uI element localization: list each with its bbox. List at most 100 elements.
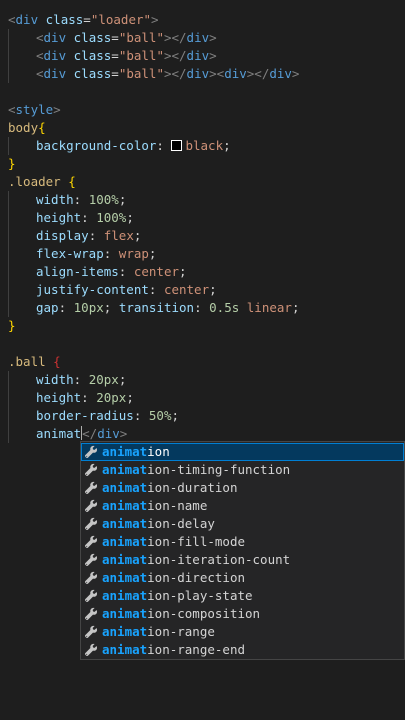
code-token: width bbox=[36, 372, 74, 387]
wrench-icon bbox=[84, 517, 98, 531]
code-token: ; bbox=[171, 408, 180, 423]
code-token: 100% bbox=[96, 210, 127, 225]
wrench-icon bbox=[84, 553, 98, 567]
code-token: div bbox=[186, 30, 210, 45]
code-token: linear bbox=[246, 300, 292, 315]
code-line[interactable]: <style> bbox=[8, 101, 61, 119]
code-token: ></ bbox=[163, 66, 187, 81]
code-token: : bbox=[118, 264, 134, 279]
suggest-match: animat bbox=[102, 480, 148, 495]
code-token: 50% bbox=[148, 408, 172, 423]
suggest-item[interactable]: animation-name bbox=[81, 497, 404, 515]
code-token: ></ bbox=[163, 30, 187, 45]
code-token: style bbox=[15, 102, 54, 117]
code-token: wrap bbox=[118, 246, 149, 261]
code-token: div bbox=[269, 66, 292, 81]
suggest-match: animat bbox=[102, 624, 148, 639]
code-token: ; bbox=[179, 264, 187, 279]
suggest-item[interactable]: animation-duration bbox=[81, 479, 404, 497]
code-token: "ball" bbox=[118, 48, 164, 63]
suggest-item[interactable]: animation-range-end bbox=[81, 641, 404, 659]
code-token: 100% bbox=[88, 192, 119, 207]
code-token: div bbox=[224, 66, 247, 81]
code-token: class bbox=[73, 66, 112, 81]
suggest-rest: ion-composition bbox=[147, 606, 261, 621]
code-token: = bbox=[111, 66, 119, 81]
code-token: ; bbox=[118, 192, 127, 207]
code-line[interactable]: border-radius: 50%; bbox=[8, 407, 179, 425]
suggest-item[interactable]: animation-composition bbox=[81, 605, 404, 623]
suggest-item[interactable]: animation-range bbox=[81, 623, 404, 641]
suggest-item[interactable]: animation bbox=[81, 443, 404, 461]
code-token: center bbox=[133, 264, 180, 279]
code-token: ; bbox=[126, 210, 134, 225]
code-line[interactable]: width: 20px; bbox=[8, 371, 126, 389]
code-line[interactable]: .loader { bbox=[8, 173, 76, 191]
suggest-item[interactable]: animation-timing-function bbox=[81, 461, 404, 479]
code-line[interactable]: <div class="loader"> bbox=[8, 11, 159, 29]
suggest-label: animation-timing-function bbox=[102, 461, 290, 479]
code-token: : bbox=[73, 192, 89, 207]
code-line[interactable]: flex-wrap: wrap; bbox=[8, 245, 156, 263]
code-token: : bbox=[148, 282, 164, 297]
suggest-label: animation-range bbox=[102, 623, 215, 641]
suggest-item[interactable]: animation-play-state bbox=[81, 587, 404, 605]
suggest-match: animat bbox=[102, 642, 148, 657]
suggest-match: animat bbox=[102, 570, 148, 585]
code-editor[interactable]: <div class="loader"> <div class="ball"></… bbox=[0, 0, 405, 720]
code-token: flex-wrap bbox=[36, 246, 104, 261]
code-token: div bbox=[97, 426, 120, 441]
wrench-icon bbox=[84, 589, 98, 603]
suggest-rest: ion-duration bbox=[147, 480, 238, 495]
code-token: > bbox=[209, 48, 217, 63]
code-token: < bbox=[36, 48, 44, 63]
wrench-icon bbox=[84, 625, 98, 639]
code-line[interactable]: justify-content: center; bbox=[8, 281, 217, 299]
code-line[interactable]: body{ bbox=[8, 119, 46, 137]
code-token: : bbox=[156, 138, 172, 153]
code-token: ; bbox=[291, 300, 300, 315]
suggest-rest: ion-timing-function bbox=[147, 462, 291, 477]
code-line[interactable]: <div class="ball"></div> bbox=[8, 29, 217, 47]
code-token: center bbox=[163, 282, 210, 297]
code-token: 20px bbox=[88, 372, 119, 387]
code-token: div bbox=[43, 66, 67, 81]
code-token: flex bbox=[103, 228, 134, 243]
code-token: > bbox=[53, 102, 61, 117]
code-line[interactable]: height: 20px; bbox=[8, 389, 134, 407]
code-line[interactable]: <div class="ball"></div><div></div> bbox=[8, 65, 299, 83]
code-line[interactable]: background-color: black; bbox=[8, 137, 231, 155]
suggest-match: animat bbox=[102, 534, 148, 549]
code-token: < bbox=[8, 12, 16, 27]
code-token: > bbox=[151, 12, 159, 27]
code-line[interactable]: width: 100%; bbox=[8, 191, 126, 209]
code-line[interactable]: align-items: center; bbox=[8, 263, 187, 281]
suggest-item[interactable]: animation-fill-mode bbox=[81, 533, 404, 551]
code-line[interactable]: height: 100%; bbox=[8, 209, 134, 227]
suggest-item[interactable]: animation-delay bbox=[81, 515, 404, 533]
code-token: : bbox=[81, 390, 97, 405]
code-line[interactable]: gap: 10px; transition: 0.5s linear; bbox=[8, 299, 299, 317]
code-token: div bbox=[15, 12, 39, 27]
code-token: animat bbox=[36, 426, 82, 441]
wrench-icon bbox=[84, 499, 98, 513]
wrench-icon bbox=[84, 571, 98, 585]
code-token: { bbox=[53, 354, 61, 369]
code-line[interactable]: } bbox=[8, 155, 16, 173]
code-token: = bbox=[111, 30, 119, 45]
code-line[interactable]: display: flex; bbox=[8, 227, 141, 245]
code-token: ; bbox=[126, 390, 134, 405]
code-line[interactable]: .ball { bbox=[8, 353, 61, 371]
suggest-item[interactable]: animation-direction bbox=[81, 569, 404, 587]
code-line[interactable]: <div class="ball"></div> bbox=[8, 47, 217, 65]
color-swatch[interactable] bbox=[171, 140, 183, 151]
code-token: div bbox=[43, 48, 67, 63]
code-token: ; bbox=[209, 282, 217, 297]
suggest-widget[interactable]: animation animation-timing-function animat… bbox=[80, 441, 405, 660]
code-token: ; bbox=[133, 228, 142, 243]
code-line[interactable]: } bbox=[8, 317, 16, 335]
suggest-item[interactable]: animation-iteration-count bbox=[81, 551, 404, 569]
wrench-icon bbox=[84, 463, 98, 477]
